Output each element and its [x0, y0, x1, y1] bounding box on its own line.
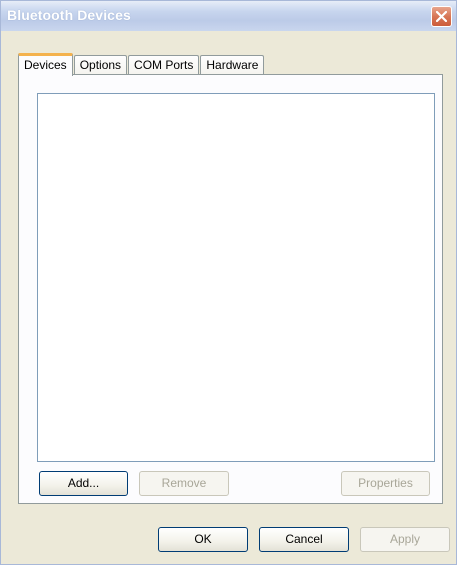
close-button[interactable] [431, 6, 452, 27]
tab-com-ports[interactable]: COM Ports [128, 55, 200, 75]
title-bar[interactable]: Bluetooth Devices [1, 1, 456, 31]
cancel-button[interactable]: Cancel [259, 527, 349, 552]
properties-button[interactable]: Properties [341, 471, 430, 496]
add-button[interactable]: Add... [39, 471, 128, 496]
ok-button[interactable]: OK [158, 527, 248, 552]
apply-button[interactable]: Apply [360, 527, 450, 552]
devices-tab-panel: Add... Remove Properties [18, 74, 443, 504]
window-title: Bluetooth Devices [7, 7, 131, 23]
dialog-client-area: Devices Options COM Ports Hardware Add..… [6, 31, 451, 561]
tab-hardware[interactable]: Hardware [200, 55, 265, 75]
close-icon [436, 11, 447, 22]
tab-options[interactable]: Options [73, 55, 128, 75]
remove-button[interactable]: Remove [139, 471, 229, 496]
tab-strip: Devices Options COM Ports Hardware [18, 51, 265, 76]
devices-list[interactable] [37, 93, 435, 462]
tab-devices[interactable]: Devices [18, 53, 73, 76]
bluetooth-devices-dialog: Bluetooth Devices Devices Options COM Po… [0, 0, 457, 565]
